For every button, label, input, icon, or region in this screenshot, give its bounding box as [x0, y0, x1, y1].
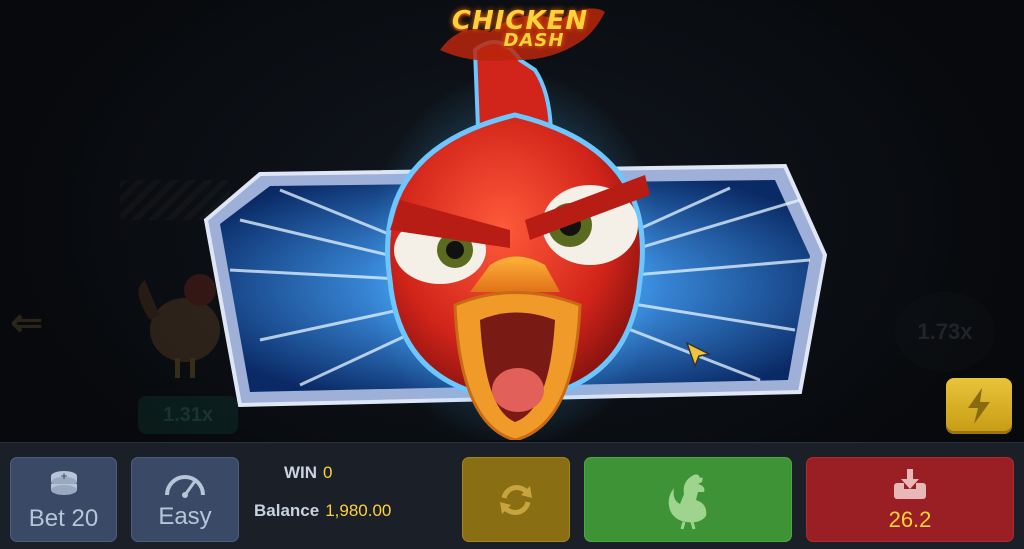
difficulty-button[interactable]: Easy [131, 457, 239, 542]
win-row: WIN 0 [284, 463, 333, 483]
balance-row: Balance 1,980.00 [254, 501, 391, 521]
lightning-icon [968, 388, 990, 424]
balance-value: 1,980.00 [325, 501, 392, 520]
speedometer-icon [165, 474, 205, 498]
game-logo: CHICKEN DASH [430, 2, 610, 64]
difficulty-label: Easy [158, 502, 212, 530]
control-bar: + Bet 20 Easy WIN 0 Balance 1,980.00 26.… [0, 442, 1024, 549]
go-button[interactable] [584, 457, 792, 542]
turbo-button[interactable] [946, 378, 1012, 434]
rooster-icon [668, 473, 707, 529]
angry-chicken-character [365, 40, 665, 440]
background-multiplier-right: 1.73x [895, 292, 995, 372]
win-label: WIN [284, 463, 318, 482]
win-balance-panel: WIN 0 Balance 1,980.00 [254, 463, 454, 543]
logo-title-line2: DASH [503, 30, 565, 51]
bet-button[interactable]: + Bet 20 [10, 457, 117, 542]
cashout-value: 26.2 [888, 506, 932, 532]
balance-label: Balance [254, 501, 320, 520]
win-value: 0 [323, 463, 333, 482]
background-arrow-icon: ⇐ [10, 301, 44, 345]
refresh-icon [500, 484, 532, 515]
game-stage: ⇐ 1.31x 1.73x CHICKEN DASH + Bet 20 Easy… [0, 0, 1024, 549]
svg-text:+: + [60, 472, 68, 482]
download-tray-icon [894, 468, 926, 499]
mouse-cursor-icon [685, 341, 712, 368]
cashout-button[interactable]: 26.2 [806, 457, 1014, 542]
bet-label: Bet 20 [28, 504, 99, 532]
autoplay-button[interactable] [462, 457, 570, 542]
coin-stack-icon: + [50, 470, 77, 495]
